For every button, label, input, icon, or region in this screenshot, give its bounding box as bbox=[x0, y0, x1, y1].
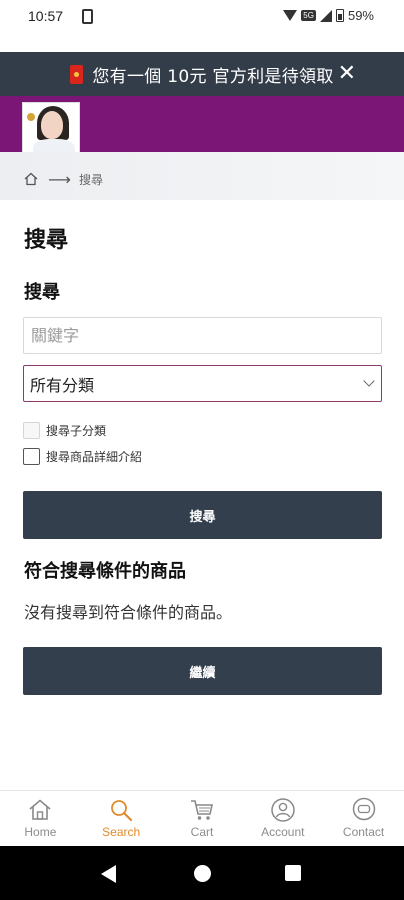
signal-icon bbox=[319, 9, 332, 22]
network-type: 5G bbox=[301, 10, 316, 21]
nav-label: Home bbox=[24, 825, 57, 839]
battery-icon bbox=[335, 9, 344, 22]
back-icon[interactable] bbox=[101, 865, 116, 883]
status-time: 10:57 bbox=[28, 8, 64, 24]
home-icon bbox=[29, 799, 51, 820]
nav-label: Account bbox=[261, 825, 305, 839]
chevron-down-icon bbox=[363, 375, 375, 387]
results-title: 符合搜尋條件的商品 bbox=[24, 561, 186, 582]
status-bar: 10:57 5G 59% bbox=[0, 0, 404, 34]
nav-label: Cart bbox=[190, 825, 214, 839]
search-criteria-title: 搜尋 bbox=[24, 282, 60, 303]
red-packet-icon bbox=[70, 64, 84, 84]
notification-icon bbox=[82, 9, 93, 24]
subcategory-label: 搜尋子分類 bbox=[46, 424, 107, 438]
subcategory-checkbox[interactable] bbox=[23, 422, 40, 439]
breadcrumb-home-icon[interactable] bbox=[24, 172, 38, 186]
account-icon bbox=[271, 798, 295, 822]
search-icon bbox=[111, 800, 133, 822]
description-label: 搜尋商品詳細介紹 bbox=[46, 450, 143, 464]
battery-level: 59% bbox=[347, 8, 374, 23]
status-indicators: 5G 59% bbox=[283, 8, 374, 23]
description-option[interactable]: 搜尋商品詳細介紹 bbox=[23, 448, 142, 465]
breadcrumb: ⟶ 搜尋 bbox=[0, 152, 404, 200]
keyword-input[interactable] bbox=[23, 317, 382, 354]
continue-button[interactable]: 繼續 bbox=[23, 647, 382, 695]
description-checkbox[interactable] bbox=[23, 448, 40, 465]
subcategory-option[interactable]: 搜尋子分類 bbox=[23, 422, 106, 439]
search-button[interactable]: 搜尋 bbox=[23, 491, 382, 539]
cart-icon bbox=[190, 800, 213, 820]
nav-label: Search bbox=[102, 825, 141, 839]
promo-banner[interactable]: 您有一個 10元 官方利是待領取 ✕ bbox=[0, 52, 404, 96]
nav-home[interactable]: Home bbox=[0, 791, 81, 846]
breadcrumb-arrow: ⟶ bbox=[48, 169, 71, 189]
category-selected-value: 所有分類 bbox=[30, 375, 95, 395]
nav-search[interactable]: Search bbox=[81, 791, 162, 846]
nav-label: Contact bbox=[342, 825, 385, 839]
home-circle-icon[interactable] bbox=[194, 865, 211, 882]
bottom-nav: Home Search Cart Account Contact bbox=[0, 790, 404, 846]
page-title: 搜尋 bbox=[24, 228, 69, 253]
close-icon[interactable]: ✕ bbox=[338, 63, 356, 85]
recent-apps-icon[interactable] bbox=[285, 865, 301, 881]
wifi-icon bbox=[283, 10, 298, 21]
results-empty-message: 沒有搜尋到符合條件的商品。 bbox=[24, 603, 233, 622]
category-select[interactable]: 所有分類 bbox=[23, 365, 382, 402]
chat-icon bbox=[352, 797, 375, 821]
nav-account[interactable]: Account bbox=[242, 791, 323, 846]
breadcrumb-current[interactable]: 搜尋 bbox=[79, 171, 103, 188]
system-navigation-bar bbox=[0, 846, 404, 900]
promo-text: 您有一個 10元 官方利是待領取 bbox=[92, 66, 334, 87]
nav-contact[interactable]: Contact bbox=[323, 791, 404, 846]
nav-cart[interactable]: Cart bbox=[162, 791, 243, 846]
